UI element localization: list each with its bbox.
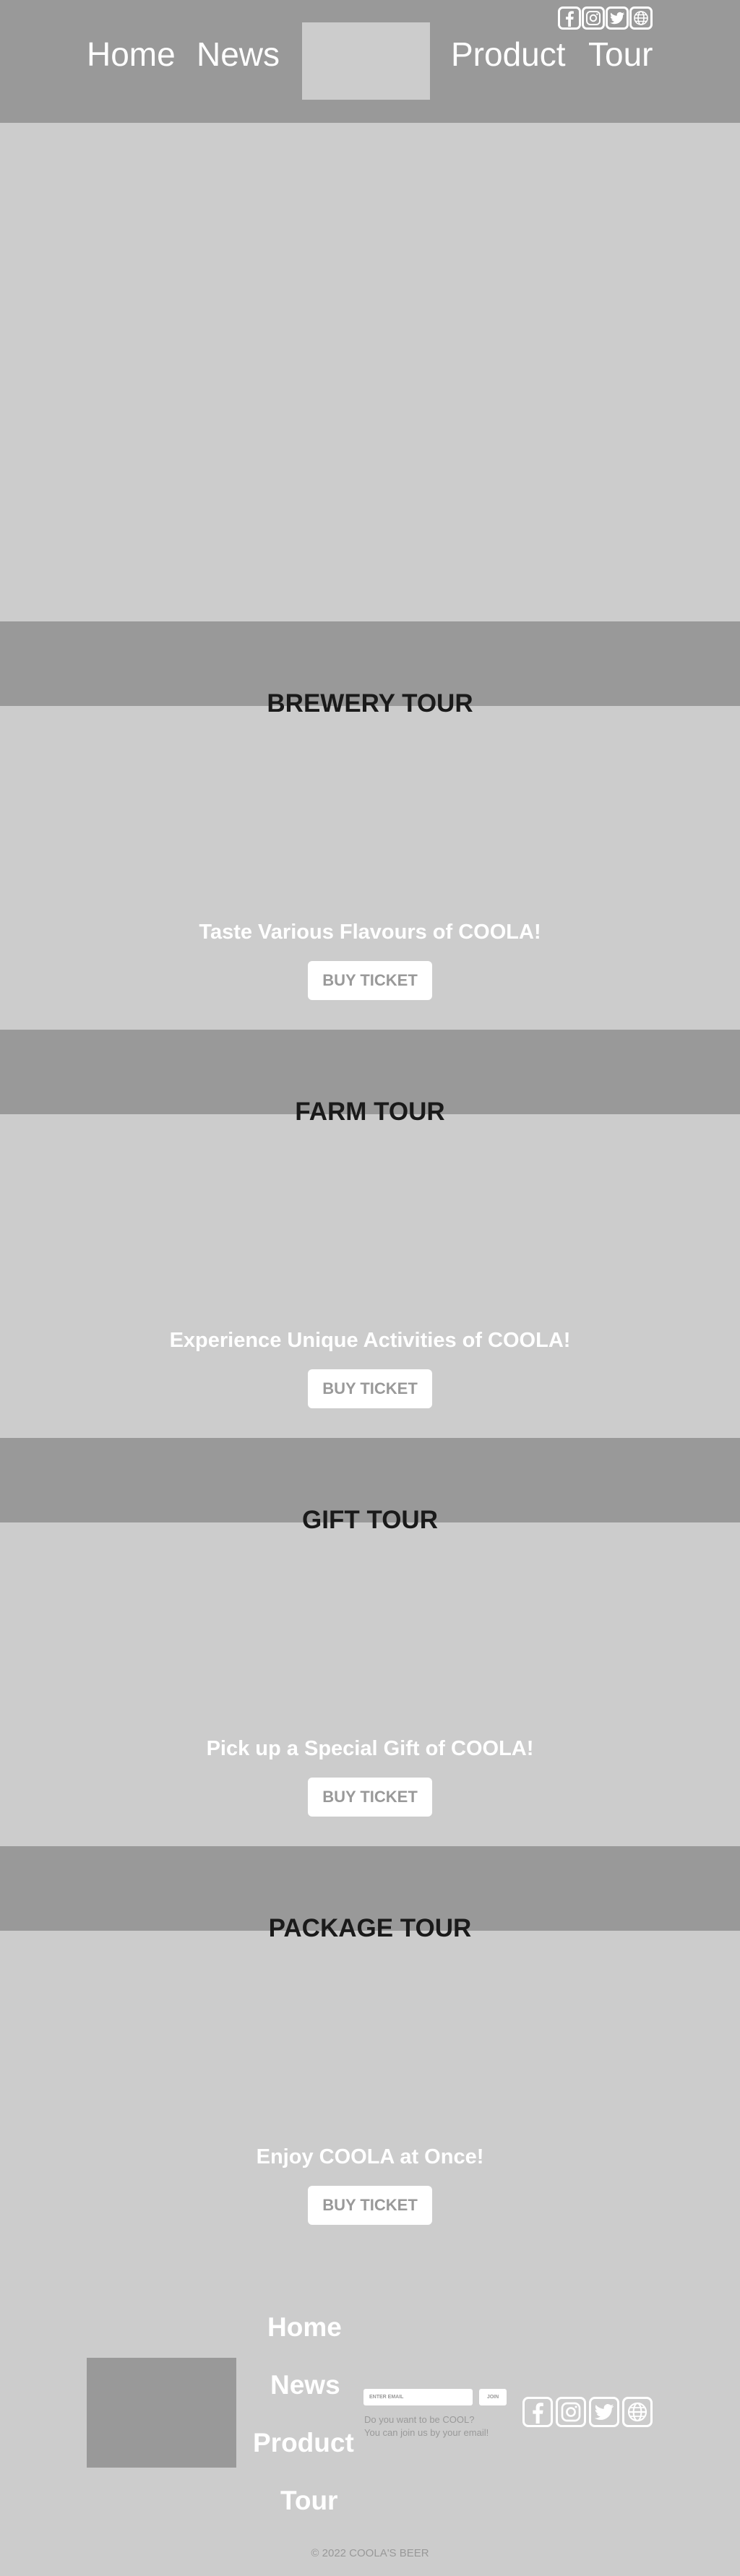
tour-title: FARM TOUR (295, 1098, 445, 1126)
newsletter-text-2: You can join us by your email! (364, 2427, 489, 2438)
tour-section-brewery: BREWERY TOUR Taste Various Flavours of C… (0, 621, 740, 1030)
tour-subtitle: Enjoy COOLA at Once! (256, 2145, 484, 2168)
buy-ticket-button[interactable]: BUY TICKET (308, 961, 432, 1000)
join-button[interactable]: JOIN (479, 2389, 507, 2405)
logo[interactable] (302, 22, 430, 100)
tour-subtitle: Taste Various Flavours of COOLA! (199, 921, 541, 944)
tour-section-farm: FARM TOUR Experience Unique Activities o… (0, 1030, 740, 1438)
tour-subtitle: Pick up a Special Gift of COOLA! (206, 1737, 534, 1760)
social-links-top (558, 7, 653, 30)
globe-icon[interactable] (622, 2397, 653, 2427)
copyright: © 2022 COOLA'S BEER (311, 2547, 429, 2559)
twitter-icon[interactable] (606, 7, 629, 30)
tour-section-package: PACKAGE TOUR Enjoy COOLA at Once! BUY TI… (0, 1846, 740, 2254)
tour-section-gift: GIFT TOUR Pick up a Special Gift of COOL… (0, 1438, 740, 1846)
instagram-icon[interactable] (556, 2397, 586, 2427)
newsletter-text-1: Do you want to be COOL? (364, 2414, 475, 2425)
nav-home[interactable]: Home (87, 38, 176, 71)
tour-title: PACKAGE TOUR (268, 1914, 472, 1942)
instagram-icon[interactable] (582, 7, 605, 30)
tour-title: BREWERY TOUR (267, 689, 473, 718)
tour-title: GIFT TOUR (302, 1506, 438, 1534)
tour-subtitle: Experience Unique Activities of COOLA! (169, 1329, 571, 1352)
nav-news[interactable]: News (197, 38, 280, 71)
facebook-icon[interactable] (558, 7, 581, 30)
social-links-footer (522, 2397, 653, 2427)
footer-nav-news[interactable]: News (270, 2372, 340, 2398)
footer-nav-home[interactable]: Home (267, 2314, 342, 2340)
hero-image (0, 123, 740, 621)
facebook-icon[interactable] (522, 2397, 553, 2427)
buy-ticket-button[interactable]: BUY TICKET (308, 2186, 432, 2225)
site-header: Home News Product Tour (0, 0, 740, 123)
globe-icon[interactable] (629, 7, 653, 30)
footer-nav-product[interactable]: Product (253, 2429, 354, 2456)
twitter-icon[interactable] (589, 2397, 619, 2427)
nav-tour[interactable]: Tour (588, 38, 653, 71)
buy-ticket-button[interactable]: BUY TICKET (308, 1778, 432, 1817)
footer-logo[interactable] (87, 2358, 236, 2468)
email-input[interactable] (363, 2389, 473, 2405)
nav-product[interactable]: Product (451, 38, 566, 71)
buy-ticket-button[interactable]: BUY TICKET (308, 1369, 432, 1408)
footer-nav-tour[interactable]: Tour (280, 2487, 337, 2514)
